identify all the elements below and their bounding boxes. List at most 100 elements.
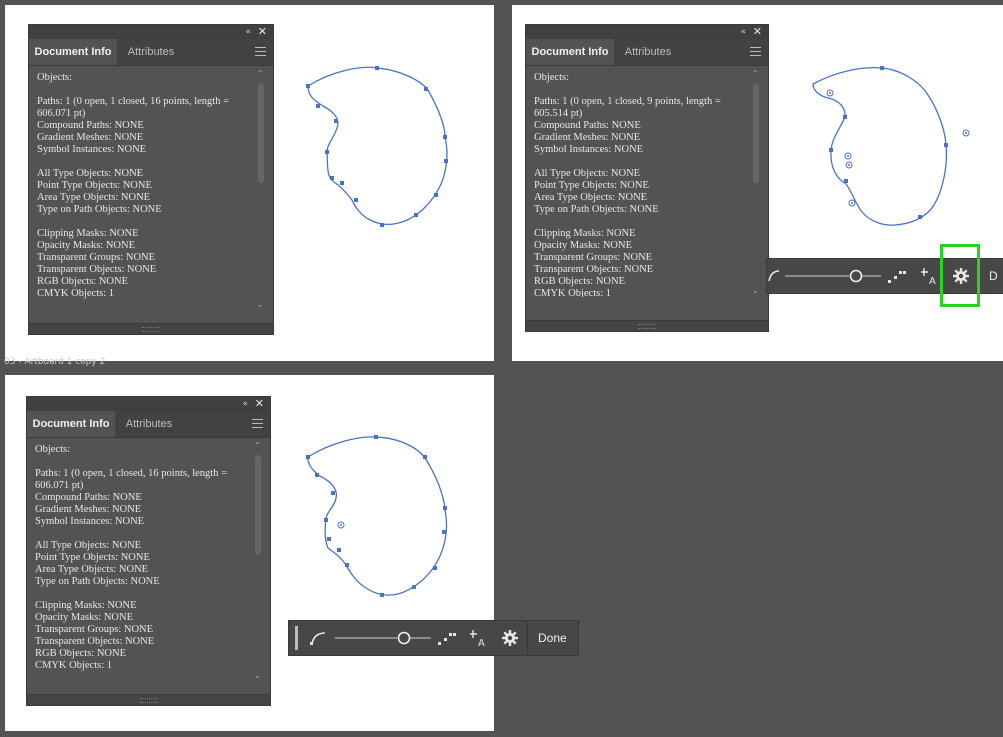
- info-line: Objects:: [534, 72, 569, 83]
- info-line: RGB Objects: NONE: [534, 276, 625, 287]
- close-icon[interactable]: ✕: [753, 25, 762, 39]
- scrollbar-thumb[interactable]: [258, 83, 264, 183]
- tab-document-info[interactable]: Document Info: [27, 411, 115, 437]
- panel-menu-icon[interactable]: [252, 419, 263, 428]
- curvature-icon[interactable]: [767, 267, 781, 285]
- info-line: Area Type Objects: NONE: [35, 564, 149, 575]
- tab-attributes[interactable]: Attributes: [115, 411, 183, 437]
- simplify-slider-icon[interactable]: [335, 629, 435, 647]
- info-line: All Type Objects: NONE: [534, 168, 641, 179]
- scrollbar[interactable]: ⌃ ⌄: [752, 70, 760, 295]
- info-line: CMYK Objects: 1: [37, 288, 114, 299]
- info-line: Type on Path Objects: NONE: [37, 204, 162, 215]
- info-line: RGB Objects: NONE: [35, 648, 126, 659]
- resize-grip-icon[interactable]: [638, 324, 656, 329]
- info-line: Paths: 1 (0 open, 1 closed, 9 points, le…: [534, 96, 721, 107]
- scroll-down-icon[interactable]: ⌄: [254, 672, 261, 680]
- info-line: Point Type Objects: NONE: [35, 552, 150, 563]
- panel-title-bar[interactable]: « ✕: [526, 25, 768, 39]
- info-line: All Type Objects: NONE: [37, 168, 144, 179]
- auto-smooth-icon[interactable]: [437, 629, 457, 647]
- panel-resize-footer[interactable]: [29, 323, 273, 334]
- close-icon[interactable]: ✕: [258, 25, 267, 39]
- scroll-up-icon[interactable]: ⌃: [752, 70, 759, 78]
- panel-title-bar[interactable]: « ✕: [29, 25, 273, 39]
- panel-menu-icon[interactable]: [255, 47, 266, 56]
- double-chevron-left-icon[interactable]: «: [740, 25, 746, 39]
- document-info-text: Objects: Paths: 1 (0 open, 1 closed, 16 p…: [29, 66, 257, 322]
- info-line: Compound Paths: NONE: [37, 120, 144, 131]
- info-line: Transparent Groups: NONE: [534, 252, 653, 263]
- curvature-icon[interactable]: [309, 629, 329, 647]
- tab-attributes[interactable]: Attributes: [117, 39, 185, 65]
- info-line: Symbol Instances: NONE: [35, 516, 145, 527]
- tab-attributes[interactable]: Attributes: [614, 39, 682, 65]
- info-line: Type on Path Objects: NONE: [35, 576, 160, 587]
- direct-select-anchor-icon[interactable]: A: [469, 627, 489, 649]
- toolbar-divider: [527, 621, 528, 655]
- close-icon[interactable]: ✕: [255, 397, 264, 411]
- info-line: Transparent Groups: NONE: [37, 252, 156, 263]
- panel-menu-icon[interactable]: [750, 47, 761, 56]
- panel-resize-footer[interactable]: [27, 694, 270, 705]
- info-line: Clipping Masks: NONE: [37, 228, 139, 239]
- blob-path-c: [307, 436, 448, 596]
- info-line: Opacity Masks: NONE: [37, 240, 135, 251]
- double-chevron-left-icon[interactable]: «: [245, 25, 251, 39]
- svg-text:A: A: [478, 638, 485, 649]
- info-line: Gradient Meshes: NONE: [35, 504, 142, 515]
- info-line: Clipping Masks: NONE: [35, 600, 137, 611]
- scrollbar-thumb[interactable]: [255, 455, 261, 555]
- scroll-up-icon[interactable]: ⌃: [254, 442, 261, 450]
- info-line: RGB Objects: NONE: [37, 276, 128, 287]
- auto-smooth-icon[interactable]: [887, 267, 907, 285]
- shaper-smooth-toolbar: A Done: [288, 620, 579, 656]
- highlight-box-settings: [940, 244, 980, 307]
- panel-title-bar[interactable]: « ✕: [27, 397, 270, 411]
- double-chevron-left-icon[interactable]: «: [242, 397, 248, 411]
- panel-resize-footer[interactable]: [526, 320, 768, 331]
- tab-document-info[interactable]: Document Info: [29, 39, 117, 65]
- info-line: Transparent Objects: NONE: [37, 264, 157, 275]
- toolbar-grip[interactable]: [295, 626, 298, 650]
- scrollbar[interactable]: ⌃ ⌄: [257, 70, 265, 309]
- document-info-text: Objects: Paths: 1 (0 open, 1 closed, 16 p…: [27, 438, 254, 693]
- scrollbar[interactable]: ⌃ ⌄: [254, 442, 262, 680]
- panel-tab-row: Document Info Attributes: [27, 411, 270, 438]
- info-line: Opacity Masks: NONE: [35, 612, 133, 623]
- info-line: Objects:: [35, 444, 70, 455]
- info-line: Gradient Meshes: NONE: [534, 132, 641, 143]
- settings-gear-icon[interactable]: [501, 629, 519, 647]
- resize-grip-icon[interactable]: [142, 327, 160, 332]
- info-line: Clipping Masks: NONE: [534, 228, 636, 239]
- info-line: Compound Paths: NONE: [534, 120, 641, 131]
- done-button[interactable]: Done: [538, 621, 567, 655]
- info-line: 605.514 pt): [534, 108, 583, 119]
- tab-document-info[interactable]: Document Info: [526, 39, 614, 65]
- scroll-down-icon[interactable]: ⌄: [257, 301, 264, 309]
- info-line: Compound Paths: NONE: [35, 492, 142, 503]
- document-info-text: Objects: Paths: 1 (0 open, 1 closed, 9 po…: [526, 66, 752, 297]
- info-line: Objects:: [37, 72, 72, 83]
- info-line: Paths: 1 (0 open, 1 closed, 16 points, l…: [35, 468, 227, 479]
- panel-tab-row: Document Info Attributes: [526, 39, 768, 66]
- info-line: Transparent Groups: NONE: [35, 624, 154, 635]
- info-line: Transparent Objects: NONE: [35, 636, 155, 647]
- info-line: CMYK Objects: 1: [534, 288, 611, 297]
- scrollbar-thumb[interactable]: [753, 83, 759, 183]
- document-info-panel-b: « ✕ Document Info Attributes Objects: Pat…: [526, 25, 768, 331]
- resize-grip-icon[interactable]: [139, 698, 158, 703]
- direct-select-anchor-icon[interactable]: A: [920, 265, 940, 287]
- scroll-up-icon[interactable]: ⌃: [257, 70, 264, 78]
- scroll-down-icon[interactable]: ⌄: [752, 287, 759, 295]
- simplify-slider-icon[interactable]: [785, 267, 885, 285]
- info-line: Paths: 1 (0 open, 1 closed, 16 points, l…: [37, 96, 229, 107]
- info-line: Transparent Objects: NONE: [534, 264, 654, 275]
- info-line: Symbol Instances: NONE: [37, 144, 147, 155]
- done-button[interactable]: D: [989, 259, 998, 293]
